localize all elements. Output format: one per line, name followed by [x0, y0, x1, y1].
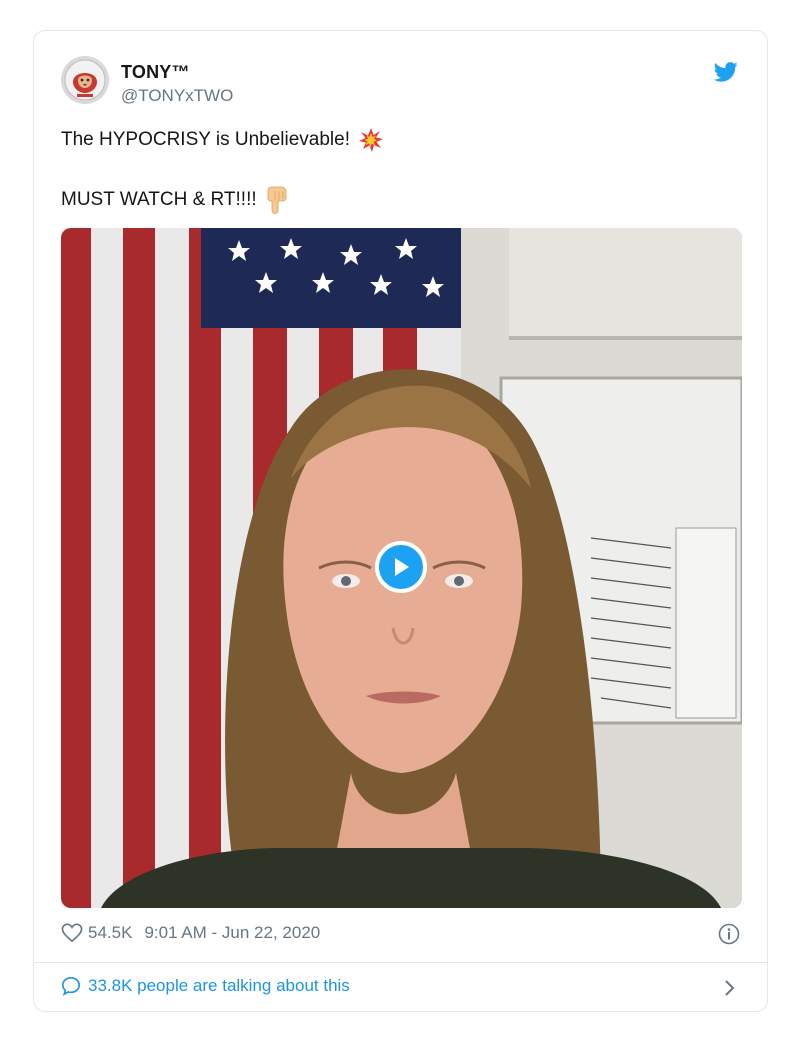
- tweet-text: The HYPOCRISY is Unbelievable!: [61, 129, 350, 150]
- heart-icon: [61, 923, 83, 943]
- conversation-text: 33.8K people are talking about this: [88, 976, 350, 995]
- like-button[interactable]: 54.5K: [61, 923, 132, 943]
- chevron-right-icon[interactable]: [723, 977, 737, 999]
- twitter-bird-icon[interactable]: [714, 61, 738, 83]
- tweet-card[interactable]: TONY™ @TONYxTWO The HYPOCRISY is Unbelie…: [33, 30, 768, 1012]
- like-count: 54.5K: [88, 923, 133, 942]
- conversation-link[interactable]: 33.8K people are talking about this: [61, 976, 350, 996]
- tweet-meta: 54.5K 9:01 AM - Jun 22, 2020: [61, 923, 320, 943]
- speech-bubble-icon: [61, 976, 81, 996]
- tweet-timestamp[interactable]: 9:01 AM - Jun 22, 2020: [144, 923, 320, 943]
- tweet-text-line-2: MUST WATCH & RT!!!!: [61, 186, 287, 214]
- author-name[interactable]: TONY™: [121, 62, 190, 83]
- info-icon[interactable]: [718, 923, 740, 945]
- play-button[interactable]: [375, 541, 427, 593]
- tweet-text: MUST WATCH & RT!!!!: [61, 189, 257, 210]
- play-icon: [395, 558, 409, 576]
- backhand-index-pointing-down-icon: [267, 186, 287, 214]
- collision-icon: [359, 128, 383, 152]
- author-handle[interactable]: @TONYxTWO: [121, 86, 233, 106]
- avatar[interactable]: [61, 56, 109, 104]
- tweet-text-line-1: The HYPOCRISY is Unbelievable!: [61, 127, 384, 153]
- divider: [34, 962, 767, 963]
- lion-logo-icon: [61, 56, 109, 104]
- video-player[interactable]: [61, 228, 742, 908]
